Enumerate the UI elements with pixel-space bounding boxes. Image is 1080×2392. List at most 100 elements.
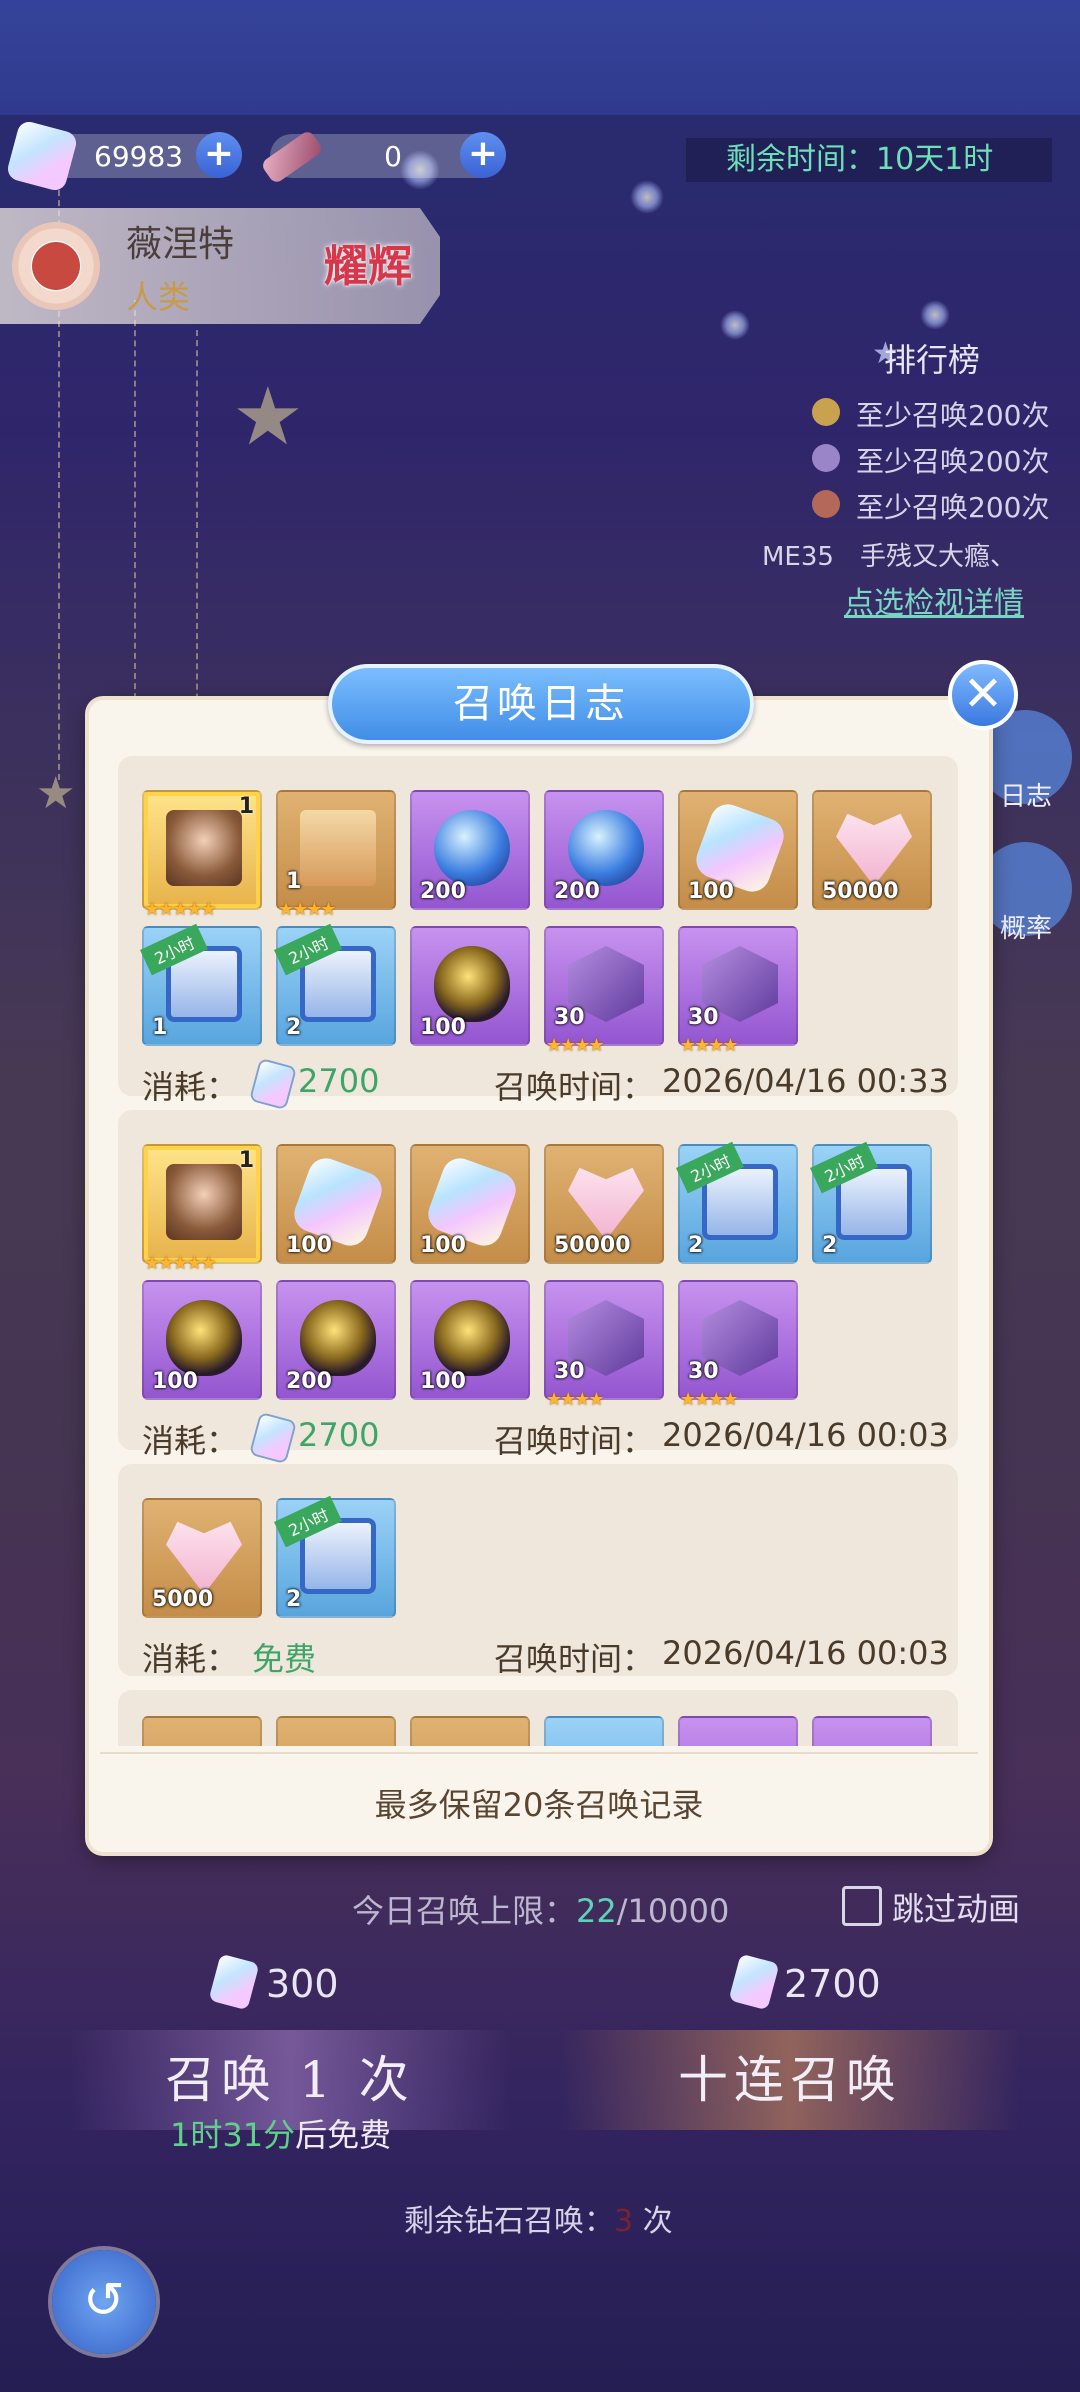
reward-item-purple-crystal[interactable]: 30 ★★★★	[544, 926, 664, 1056]
item-count: 100	[420, 1233, 466, 1258]
diamond-amount: 69983	[94, 140, 184, 173]
item-count: 30	[554, 1005, 585, 1030]
star-rating: ★★★★	[278, 899, 337, 920]
summon-log-list[interactable]: 1 ★★★★★ 1 ★★★★ 200 200 100 50000 1 2小时 2 2小时 100 30 ★★…	[114, 756, 962, 1746]
back-button[interactable]: ↺	[52, 2250, 156, 2354]
item-count: 5000	[152, 1587, 214, 1612]
reward-item-character-portrait[interactable]: 1 ★★★★★	[142, 1144, 262, 1274]
leaderboard-note: ME35 手残又大瘾、	[762, 542, 1016, 572]
item-count: 2	[286, 1587, 302, 1612]
remaining-diamond-summons: 剩余钻石召唤：3 次	[404, 2196, 673, 2240]
crystal-orb-icon	[568, 810, 644, 886]
reward-item[interactable]	[678, 1716, 798, 1746]
reward-item-exp-heart[interactable]: 50000	[812, 790, 932, 910]
remain-suffix: 次	[633, 2204, 673, 2239]
reward-item-treasure-chest[interactable]: 2 2小时	[274, 1495, 396, 1618]
item-count: 1	[238, 794, 254, 819]
cost-label: 消耗：	[142, 1640, 239, 1678]
item-count: 30	[688, 1005, 719, 1030]
item-count: 50000	[822, 879, 899, 904]
golden-egg-icon	[300, 1300, 376, 1376]
reward-item-golden-egg[interactable]: 100	[410, 1280, 530, 1400]
item-count: 100	[420, 1015, 466, 1040]
leaderboard-item: 至少召唤200次	[856, 399, 1050, 432]
summon-log-entry: 1 ★★★★★ 100 100 50000 2 2小时 2 2小时 100 200 100 30 ★★★★…	[118, 1110, 958, 1462]
reward-item[interactable]	[544, 1716, 664, 1746]
diamond-icon	[251, 1060, 295, 1108]
single-summon-price: 300	[266, 1962, 339, 2006]
skip-animation-label: 跳过动画	[892, 1890, 1021, 1928]
reward-item-diamond-gem[interactable]: 100	[276, 1144, 396, 1264]
summon-time-value: 2026/04/16 00:03	[662, 1634, 949, 1672]
dialog-title: 召唤日志	[328, 664, 754, 744]
reward-item[interactable]	[276, 1716, 396, 1746]
daily-max: /10000	[616, 1892, 730, 1930]
cost-label: 消耗：	[142, 1068, 239, 1106]
diamond-icon	[251, 1414, 295, 1462]
reward-item-golden-egg[interactable]: 100	[410, 926, 530, 1046]
reward-item-diamond-gem[interactable]: 100	[678, 790, 798, 910]
free-summon-timer: 1时31分后免费	[170, 2110, 391, 2156]
skip-animation-checkbox[interactable]	[842, 1886, 882, 1926]
star-rating: ★★★★	[680, 1389, 739, 1410]
summon-log-entry: 1 ★★★★★ 1 ★★★★ 200 200 100 50000 1 2小时 2 2小时 100 30 ★★…	[118, 756, 958, 1108]
reward-item-treasure-chest[interactable]: 1 2小时	[140, 923, 262, 1046]
crystal-orb-icon	[434, 810, 510, 886]
character-rank-badge: 耀辉	[324, 241, 412, 292]
cost-value: 2700	[298, 1062, 380, 1100]
ticket-counter: 0 +	[259, 129, 506, 185]
free-timer-suffix: 后免费	[295, 2116, 392, 2154]
reward-item-exp-heart[interactable]: 50000	[544, 1144, 664, 1264]
divider	[100, 1752, 978, 1754]
ten-summon-price: 2700	[784, 1962, 881, 2006]
reward-item-purple-crystal[interactable]: 30 ★★★★	[678, 926, 798, 1056]
item-count: 1	[238, 1148, 254, 1173]
close-dialog-button[interactable]: ✕	[948, 660, 1018, 730]
reward-item-golden-egg[interactable]: 100	[142, 1280, 262, 1400]
rank-3-badge-icon	[812, 490, 840, 518]
character-name: 薇涅特	[126, 224, 235, 265]
item-count: 2	[822, 1233, 838, 1258]
reward-item-purple-crystal[interactable]: 30 ★★★★	[678, 1280, 798, 1410]
reward-item-treasure-chest[interactable]: 2 2小时	[810, 1141, 932, 1264]
reward-item-exp-heart[interactable]: 5000	[142, 1498, 262, 1618]
item-count: 200	[554, 879, 600, 904]
golden-egg-icon	[166, 1300, 242, 1376]
reward-item-golden-egg[interactable]: 200	[276, 1280, 396, 1400]
item-count: 100	[286, 1233, 332, 1258]
leaderboard-details-link[interactable]: 点选检视详情	[844, 578, 1024, 622]
item-count: 30	[554, 1359, 585, 1384]
rank-1-badge-icon	[812, 398, 840, 426]
add-tickets-button[interactable]: +	[460, 132, 506, 178]
reward-item-crystal-orb[interactable]: 200	[410, 790, 530, 910]
summon-ten-button[interactable]: 十连召唤	[560, 2030, 1020, 2130]
leaderboard-item: 至少召唤200次	[856, 491, 1050, 524]
flame-icon	[32, 242, 80, 290]
exp-heart-icon	[836, 813, 912, 886]
exp-heart-icon	[166, 1521, 242, 1594]
reward-item-purple-crystal[interactable]: 30 ★★★★	[544, 1280, 664, 1410]
reward-item[interactable]	[410, 1716, 530, 1746]
rank-2-badge-icon	[812, 444, 840, 472]
summon-log-entry	[118, 1690, 958, 1746]
remain-prefix: 剩余钻石召唤：	[404, 2204, 614, 2239]
item-count: 50000	[554, 1233, 631, 1258]
reward-item-diamond-gem[interactable]: 100	[410, 1144, 530, 1264]
item-count: 200	[420, 879, 466, 904]
summon-time-value: 2026/04/16 00:33	[662, 1062, 949, 1100]
reward-item[interactable]	[812, 1716, 932, 1746]
star-rating: ★★★★	[546, 1035, 605, 1056]
reward-item-treasure-chest[interactable]: 2 2小时	[274, 923, 396, 1046]
add-diamonds-button[interactable]: +	[196, 132, 242, 178]
item-count: 1	[286, 869, 302, 894]
item-count: 30	[688, 1359, 719, 1384]
reward-item-crystal-orb[interactable]: 200	[544, 790, 664, 910]
reward-item-mystery-box[interactable]: 1 ★★★★	[276, 790, 396, 920]
reward-item[interactable]	[142, 1716, 262, 1746]
item-count: 2	[286, 1015, 302, 1040]
reward-item-treasure-chest[interactable]: 2 2小时	[676, 1141, 798, 1264]
reward-item-character-portrait[interactable]: 1 ★★★★★	[142, 790, 262, 920]
exp-heart-icon	[568, 1167, 644, 1240]
daily-used: 22	[576, 1892, 617, 1930]
cost-value: 2700	[298, 1416, 380, 1454]
